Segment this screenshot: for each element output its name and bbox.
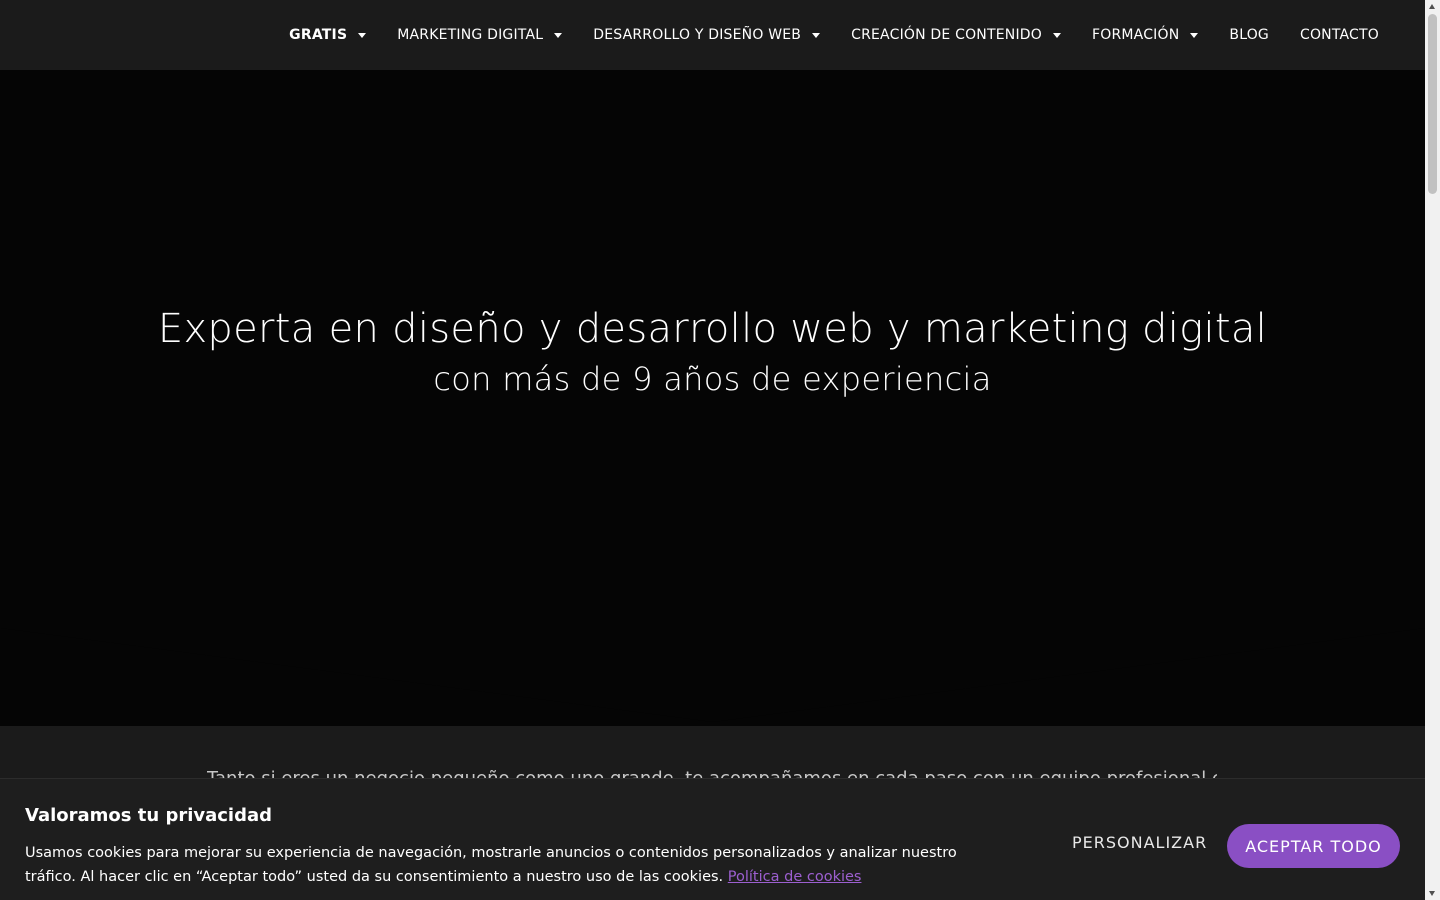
scroll-up-arrow-icon[interactable] [1429, 4, 1435, 9]
caret-down-icon [358, 33, 367, 38]
nav-item-desarrollo-diseno-web[interactable]: DESARROLLO Y DISEÑO WEB [593, 27, 821, 43]
nav-item-label: DESARROLLO Y DISEÑO WEB [593, 27, 802, 43]
cookie-banner: Valoramos tu privacidad Usamos cookies p… [0, 778, 1425, 900]
hero-subtitle: con más de 9 años de experiencia [433, 360, 992, 398]
page-scrollbar[interactable] [1425, 0, 1440, 900]
hero-bottom-divider [0, 628, 1425, 722]
nav-item-label: GRATIS [289, 27, 348, 43]
nav-item-label: CONTACTO [1299, 27, 1379, 43]
caret-down-icon [812, 33, 821, 38]
nav-item-blog[interactable]: BLOG [1229, 27, 1269, 43]
cookie-banner-text: Usamos cookies para mejorar su experienc… [25, 841, 1010, 889]
nav-item-label: FORMACIÓN [1091, 27, 1180, 43]
customize-cookies-button[interactable]: PERSONALIZAR [1072, 833, 1207, 852]
viewport: Experta en diseño y desarrollo web y mar… [0, 0, 1425, 900]
scroll-down-arrow-icon[interactable] [1429, 891, 1435, 896]
nav-item-marketing-digital[interactable]: MARKETING DIGITAL [397, 27, 563, 43]
nav-item-gratis[interactable]: GRATIS [289, 27, 367, 43]
nav-item-creacion-contenido[interactable]: CREACIÓN DE CONTENIDO [851, 27, 1061, 43]
site-header: GRATIS MARKETING DIGITAL DESARROLLO Y DI… [0, 0, 1425, 70]
nav-item-contacto[interactable]: CONTACTO [1300, 27, 1379, 43]
nav-item-label: CREACIÓN DE CONTENIDO [851, 27, 1042, 43]
scrollbar-thumb[interactable] [1428, 14, 1437, 194]
page: Experta en diseño y desarrollo web y mar… [0, 0, 1440, 900]
nav-item-label: MARKETING DIGITAL [397, 27, 544, 43]
accept-all-cookies-button[interactable]: ACEPTAR TODO [1227, 824, 1400, 868]
cookie-policy-link[interactable]: Política de cookies [728, 869, 862, 885]
nav-item-label: BLOG [1229, 27, 1269, 43]
nav-item-formacion[interactable]: FORMACIÓN [1091, 27, 1199, 43]
cookie-banner-title: Valoramos tu privacidad [25, 805, 273, 826]
caret-down-icon [554, 33, 563, 38]
caret-down-icon [1190, 33, 1199, 38]
main-nav: GRATIS MARKETING DIGITAL DESARROLLO Y DI… [289, 0, 1379, 70]
hero-title: Experta en diseño y desarrollo web y mar… [157, 306, 1268, 352]
caret-down-icon [1052, 33, 1061, 38]
